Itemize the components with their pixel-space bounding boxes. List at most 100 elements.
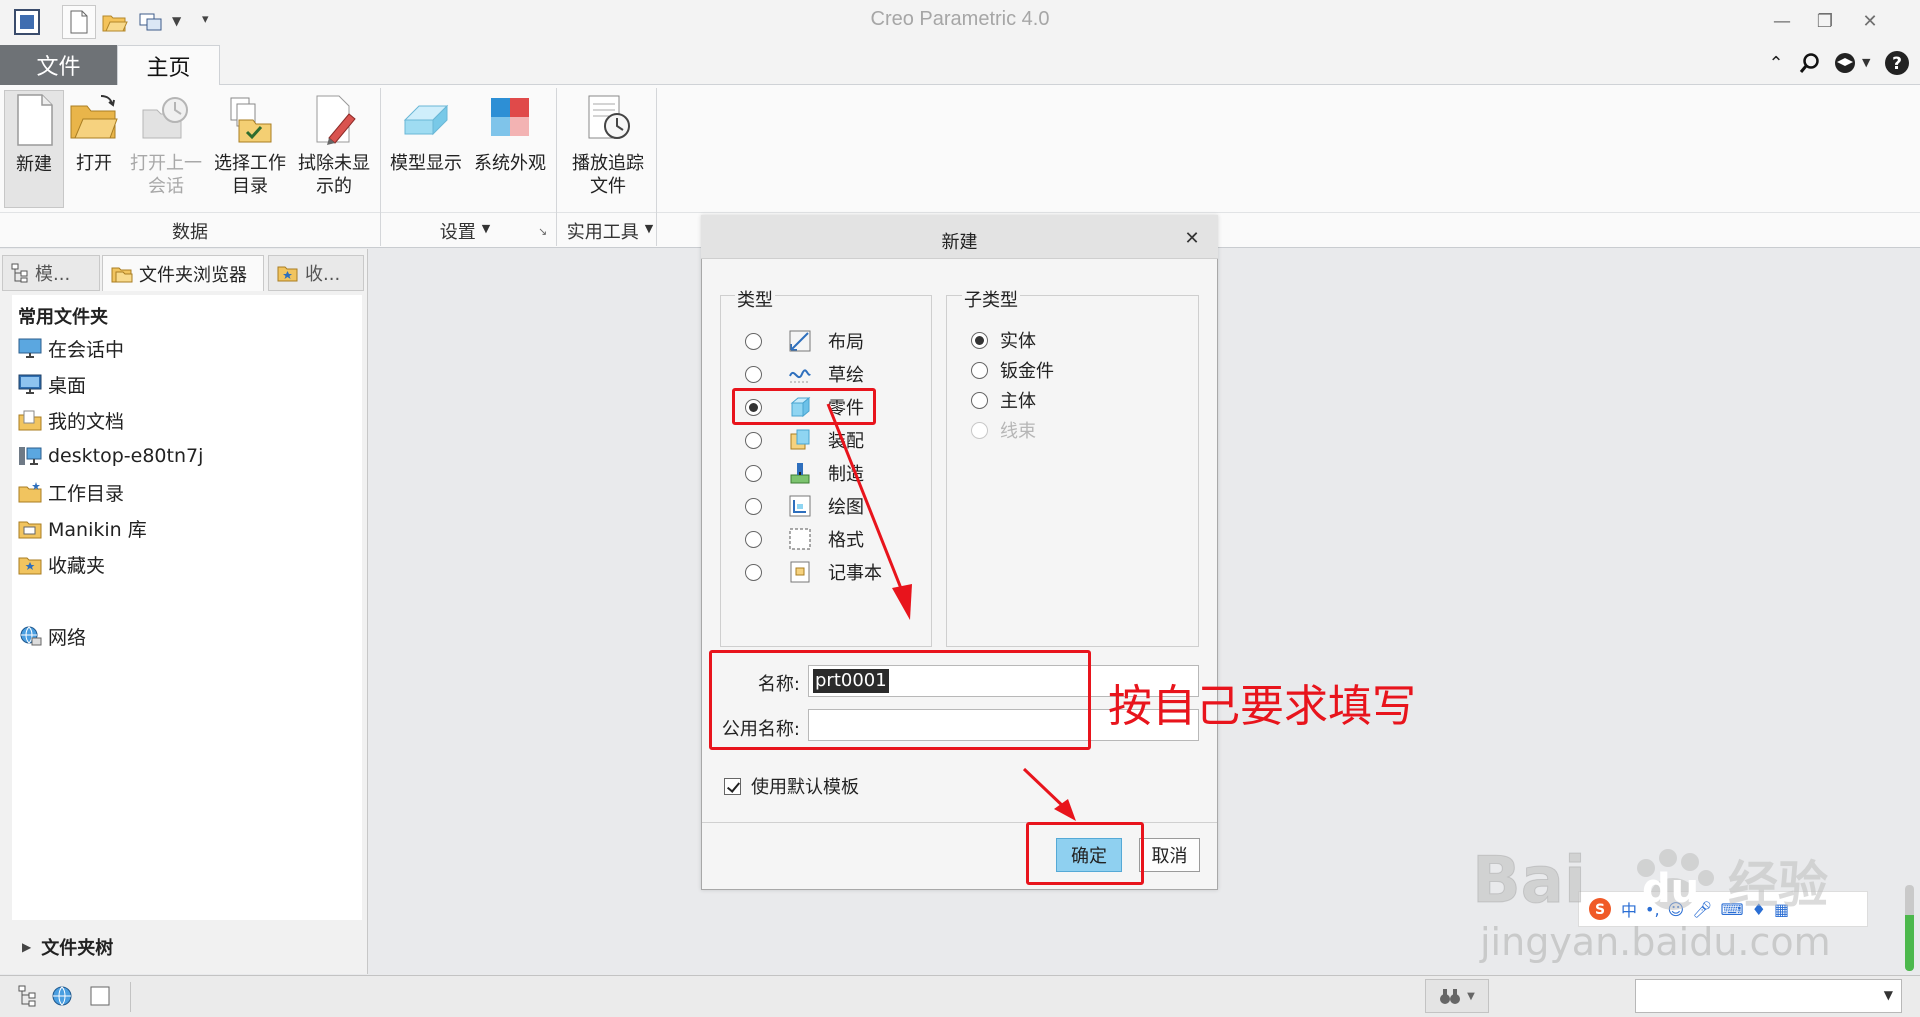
type-format-radio[interactable] — [745, 530, 762, 548]
folder-item-desktop[interactable]: 桌面 — [18, 370, 86, 398]
working-directory-icon — [18, 481, 42, 503]
sketch-icon — [788, 362, 812, 386]
annotation-arrow-1 — [826, 403, 912, 620]
sogou-logo-icon: S — [1589, 898, 1611, 920]
tab-favorites[interactable]: 收... — [268, 255, 364, 291]
tab-folder-browser[interactable]: 文件夹浏览器 — [102, 255, 264, 291]
chevron-down-icon: ▼ — [1467, 990, 1475, 1002]
selection-filter-dropdown[interactable]: ▼ — [1635, 979, 1902, 1013]
subtype-solid-option[interactable]: 实体 — [971, 325, 1036, 355]
use-default-template-option[interactable]: 使用默认模板 — [724, 773, 859, 799]
use-default-template-checkbox[interactable] — [724, 777, 741, 795]
tab-model-tree-label: 模... — [35, 264, 71, 285]
favorites-icon — [277, 266, 298, 282]
learning-dropdown-icon[interactable]: ▼ — [1862, 56, 1870, 69]
folder-item-network[interactable]: 网络 — [18, 622, 86, 650]
type-notebook-radio[interactable] — [745, 563, 762, 581]
group-utilities-menu[interactable]: 实用工具 ▼ — [562, 218, 658, 244]
select-working-directory-button[interactable]: 选择工作 目录 — [208, 90, 292, 208]
folder-item-label: 在会话中 — [48, 338, 125, 361]
ime-punctuation-icon[interactable]: •, — [1645, 900, 1660, 919]
new-button[interactable]: 新建 — [4, 90, 64, 208]
navigator-toggle-icon[interactable] — [14, 982, 42, 1010]
folder-item-computer[interactable]: desktop-e80tn7j — [18, 442, 203, 470]
cancel-button[interactable]: 取消 — [1139, 838, 1200, 872]
library-folder-icon — [18, 517, 42, 539]
folder-item-label: 收藏夹 — [48, 554, 106, 577]
tab-file[interactable]: 文件 — [0, 45, 117, 85]
group-settings-menu[interactable]: 设置 ▼ — [420, 218, 510, 244]
open-folder-icon — [67, 90, 121, 148]
close-window-icon[interactable]: ✕ — [1855, 8, 1885, 34]
format-icon — [788, 527, 812, 551]
subtype-sheetmetal-radio[interactable] — [971, 361, 988, 379]
ime-emoji-icon[interactable]: ☺ — [1668, 900, 1685, 919]
open-last-session-label-1: 打开上一 — [130, 153, 202, 174]
subtype-solid-radio[interactable] — [971, 331, 988, 349]
type-assembly-radio[interactable] — [745, 431, 762, 449]
find-button[interactable]: ▼ — [1425, 979, 1489, 1013]
type-layout-option[interactable]: 布局 — [745, 326, 864, 356]
playback-trail-label-1: 播放追踪 — [572, 153, 644, 174]
subtype-body-radio[interactable] — [971, 391, 988, 409]
window-title: Creo Parametric 4.0 — [870, 8, 1050, 30]
help-icon[interactable]: ? — [1882, 48, 1912, 78]
ime-menu-icon[interactable]: ▦ — [1774, 900, 1789, 919]
drawing-icon — [788, 494, 812, 518]
layout-icon — [788, 329, 812, 353]
settings-dialog-launcher-icon[interactable]: ↘ — [538, 225, 547, 238]
type-sketch-radio[interactable] — [745, 365, 762, 383]
new-file-icon — [7, 91, 61, 149]
open-button[interactable]: 打开 — [64, 90, 124, 208]
folder-tree-label: 文件夹树 — [41, 938, 114, 959]
folder-item-manikin-library[interactable]: Manikin 库 — [18, 514, 147, 542]
tab-home[interactable]: 主页 — [117, 45, 220, 86]
ime-toolbar[interactable]: S 中 •, ☺ 🎤︎ ⌨ ♦ ▦ — [1578, 891, 1868, 927]
folder-item-in-session[interactable]: 在会话中 — [18, 334, 124, 362]
type-manufacturing-radio[interactable] — [745, 464, 762, 482]
subtype-body-option[interactable]: 主体 — [971, 385, 1036, 415]
playback-trail-button[interactable]: 播放追踪 文件 — [566, 90, 650, 208]
tab-model-tree[interactable]: 模... — [2, 255, 100, 291]
ime-mic-icon[interactable]: 🎤︎ — [1692, 900, 1712, 919]
folder-item-my-documents[interactable]: 我的文档 — [18, 406, 124, 434]
computer-icon — [18, 445, 42, 467]
type-drawing-radio[interactable] — [745, 497, 762, 515]
system-appearance-button[interactable]: 系统外观 — [470, 90, 550, 208]
svg-text:?: ? — [1892, 54, 1902, 74]
network-icon — [18, 625, 42, 647]
folder-tree-toggle[interactable]: ▶ 文件夹树 — [22, 934, 113, 960]
binoculars-icon — [1440, 989, 1461, 1004]
fullscreen-toggle-icon[interactable] — [86, 982, 114, 1010]
restore-icon[interactable]: ❐ — [1810, 8, 1840, 34]
browser-toggle-icon[interactable] — [48, 982, 76, 1010]
playback-trail-icon — [581, 90, 635, 148]
collapse-ribbon-icon[interactable]: ⌃ — [1761, 48, 1791, 78]
ime-skin-icon[interactable]: ♦ — [1752, 900, 1766, 919]
type-layout-radio[interactable] — [745, 332, 762, 350]
search-icon[interactable] — [1795, 48, 1825, 78]
minimize-icon[interactable]: — — [1767, 8, 1797, 34]
ribbon-separator — [380, 88, 381, 246]
erase-not-displayed-button[interactable]: 拭除未显 示的 — [292, 90, 376, 208]
open-last-session-icon — [139, 90, 193, 148]
select-working-directory-icon — [223, 90, 277, 148]
ime-chinese-icon[interactable]: 中 — [1621, 897, 1637, 921]
ime-keyboard-icon[interactable]: ⌨ — [1721, 900, 1744, 919]
status-separator — [130, 982, 131, 1012]
folder-item-label: desktop-e80tn7j — [48, 445, 204, 467]
select-working-directory-label-2: 目录 — [232, 176, 268, 197]
dialog-close-icon[interactable]: ✕ — [1180, 226, 1204, 250]
learning-connector-icon[interactable] — [1830, 48, 1860, 78]
open-last-session-button[interactable]: 打开上一 会话 — [126, 90, 206, 208]
folder-item-working-directory[interactable]: 工作目录 — [18, 478, 124, 506]
type-sketch-option[interactable]: 草绘 — [745, 359, 864, 389]
playback-trail-label-2: 文件 — [590, 176, 626, 197]
monitor-icon — [18, 337, 42, 359]
model-display-button[interactable]: 模型显示 — [386, 90, 466, 208]
folder-item-favorites[interactable]: 收藏夹 — [18, 550, 105, 578]
type-legend: 类型 — [735, 286, 775, 312]
status-bar — [0, 975, 1920, 1017]
subtype-sheetmetal-option[interactable]: 钣金件 — [971, 355, 1054, 385]
subtype-harness-option: 线束 — [971, 415, 1036, 445]
